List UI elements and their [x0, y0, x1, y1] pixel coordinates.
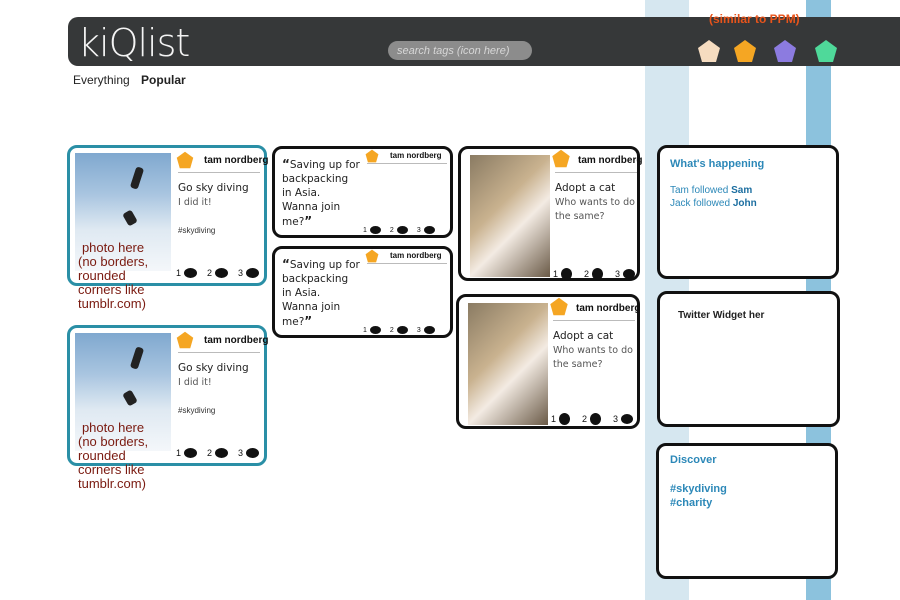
post-title: Go sky diving	[178, 182, 249, 194]
avatar-pentagon-icon	[176, 151, 194, 169]
post-subtitle: I did it!	[178, 197, 212, 208]
panel-title: What's happening	[670, 158, 765, 170]
avatar-pentagon-icon	[363, 249, 381, 263]
quote-card-1[interactable]: tam nordberg “Saving up for backpacking …	[272, 146, 453, 238]
author-name[interactable]: tam nordberg	[204, 335, 268, 346]
vote-1-button[interactable]	[369, 226, 381, 234]
vote-2-button[interactable]	[592, 268, 604, 280]
discover-tag[interactable]: #charity	[670, 497, 712, 509]
divider	[367, 163, 447, 164]
whats-happening-panel: What's happening Tam followed Sam Jack f…	[657, 145, 839, 279]
activity-item[interactable]: Tam followed Sam	[670, 185, 752, 196]
filter-nav: Everything Popular	[73, 73, 194, 87]
photo-annotation: photo here (no borders, rounded corners …	[78, 420, 149, 491]
cat-photo	[470, 155, 550, 277]
vote-3-button[interactable]	[423, 226, 435, 234]
cat-card-2[interactable]: tam nordberg Adopt a cat Who wants to do…	[456, 294, 640, 429]
vote-row: 1 2 3	[553, 268, 636, 280]
discover-tag[interactable]: #skydiving	[670, 483, 727, 495]
vote-row: 1 2 3	[176, 448, 260, 458]
vote-1-button[interactable]	[559, 413, 571, 425]
divider	[178, 352, 260, 353]
post-tag[interactable]: #skydiving	[178, 406, 215, 415]
jumper-figure	[129, 346, 145, 370]
vote-2-button[interactable]	[590, 413, 602, 425]
vote-row: 1 2 3	[176, 268, 260, 278]
green-pentagon-icon[interactable]	[814, 39, 838, 63]
vote-row: 1 2 3	[363, 326, 435, 334]
author-name[interactable]: tam nordberg	[390, 151, 442, 160]
post-subtitle: Who wants to do the same?	[555, 197, 635, 222]
header-annotation: (similar to PPM)	[709, 12, 800, 26]
activity-item[interactable]: Jack followed John	[670, 198, 757, 209]
avatar-pentagon-icon	[363, 149, 381, 163]
photo-annotation: photo here (no borders, rounded corners …	[78, 240, 149, 311]
vote-2-button[interactable]	[396, 326, 408, 334]
avatar-pentagon-icon	[549, 297, 569, 316]
quote-card-2[interactable]: tam nordberg “Saving up for backpacking …	[272, 246, 453, 338]
post-subtitle: I did it!	[178, 377, 212, 388]
vote-3-button[interactable]	[623, 269, 636, 279]
cat-photo	[468, 303, 548, 425]
twitter-widget-label: Twitter Widget her	[678, 310, 765, 321]
divider	[555, 172, 637, 173]
panel-title: Discover	[670, 454, 717, 466]
post-subtitle: Who wants to do the same?	[553, 345, 633, 370]
purple-pentagon-icon[interactable]	[773, 39, 797, 63]
avatar-pentagon-icon	[551, 149, 571, 168]
author-name[interactable]: tam nordberg	[204, 155, 268, 166]
avatar-pentagon-icon	[176, 331, 194, 349]
vote-row: 1 2 3	[363, 226, 435, 234]
nav-everything[interactable]: Everything	[73, 73, 130, 87]
jumper-figure	[129, 166, 145, 190]
search-input[interactable]	[388, 41, 532, 60]
vote-3-button[interactable]	[246, 448, 260, 458]
author-name[interactable]: tam nordberg	[576, 303, 640, 314]
vote-3-button[interactable]	[423, 326, 435, 334]
divider	[553, 320, 635, 321]
app-logo[interactable]: kiQlist	[78, 21, 190, 65]
vote-2-button[interactable]	[396, 226, 408, 234]
jumper-figure	[122, 389, 138, 407]
jumper-figure	[122, 209, 138, 227]
peach-pentagon-icon[interactable]	[697, 39, 721, 63]
vote-2-button[interactable]	[215, 448, 229, 458]
quote-text: “Saving up for backpacking in Asia. Wann…	[282, 157, 360, 228]
vote-row: 1 2 3	[551, 413, 634, 425]
vote-1-button[interactable]	[369, 326, 381, 334]
post-title: Go sky diving	[178, 362, 249, 374]
post-tag[interactable]: #skydiving	[178, 226, 215, 235]
nav-popular[interactable]: Popular	[141, 73, 186, 87]
vote-3-button[interactable]	[246, 268, 260, 278]
orange-pentagon-icon[interactable]	[733, 39, 757, 63]
vote-2-button[interactable]	[215, 268, 229, 278]
divider	[367, 263, 447, 264]
divider	[178, 172, 260, 173]
author-name[interactable]: tam nordberg	[578, 155, 642, 166]
vote-1-button[interactable]	[561, 268, 573, 280]
quote-text: “Saving up for backpacking in Asia. Wann…	[282, 257, 360, 328]
post-title: Adopt a cat	[553, 330, 614, 342]
post-title: Adopt a cat	[555, 182, 616, 194]
vote-3-button[interactable]	[621, 414, 634, 424]
vote-1-button[interactable]	[184, 448, 198, 458]
vote-1-button[interactable]	[184, 268, 198, 278]
author-name[interactable]: tam nordberg	[390, 251, 442, 260]
discover-panel: Discover #skydiving #charity	[656, 443, 838, 579]
twitter-widget-panel[interactable]: Twitter Widget her	[657, 291, 840, 427]
cat-card-1[interactable]: tam nordberg Adopt a cat Who wants to do…	[458, 146, 642, 281]
